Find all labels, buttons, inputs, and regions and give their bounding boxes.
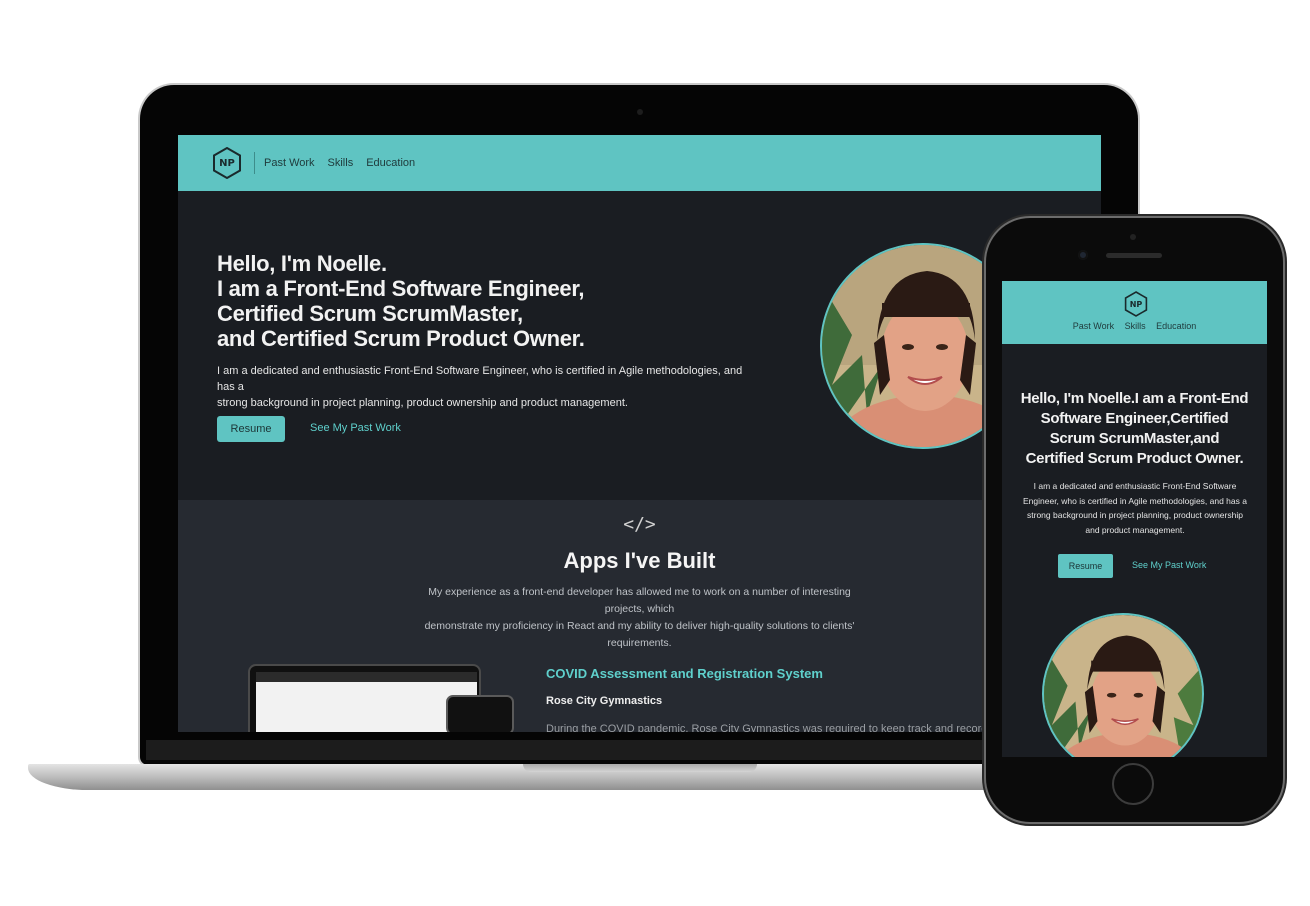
mobile-nav-link-past-work[interactable]: Past Work xyxy=(1073,321,1114,331)
site-navbar: NP Past Work Skills Education xyxy=(178,135,1101,191)
resume-button[interactable]: Resume xyxy=(217,416,285,442)
mobile-see-past-work-link[interactable]: See My Past Work xyxy=(1132,560,1206,570)
hero-title-line: Certified Scrum ScrumMaster, xyxy=(217,301,523,326)
phone-home-button xyxy=(1112,763,1154,805)
hero-title-line: I am a Front-End Software Engineer, xyxy=(217,276,585,301)
mobile-nav-link-education[interactable]: Education xyxy=(1156,321,1196,331)
mobile-hero-description: I am a dedicated and enthusiastic Front-… xyxy=(1020,479,1250,537)
hero-description: I am a dedicated and enthusiastic Front-… xyxy=(217,363,757,411)
logo-monogram: NP xyxy=(219,157,235,169)
laptop-opening-notch xyxy=(523,764,757,772)
project-thumbnail-phone xyxy=(446,695,514,732)
mobile-site: NP Past Work Skills Education Hello, I'm… xyxy=(1002,281,1267,757)
hero-title-line: and Certified Scrum Product Owner. xyxy=(217,326,585,351)
laptop-camera xyxy=(637,109,643,115)
mobile-logo-monogram: NP xyxy=(1129,299,1143,309)
mobile-hero-title-line: Software Engineer,Certified xyxy=(1040,410,1229,427)
nav-link-education[interactable]: Education xyxy=(366,157,415,169)
mobile-hero-description-line: I am a dedicated and enthusiastic Front-… xyxy=(1033,481,1237,491)
nav-divider xyxy=(254,152,255,174)
project-title[interactable]: COVID Assessment and Registration System xyxy=(546,666,823,681)
mobile-hero-description-line: strong background in project planning, p… xyxy=(1027,510,1243,520)
phone-speaker xyxy=(1106,253,1162,258)
code-icon: </> xyxy=(623,514,656,535)
mobile-np-logo[interactable]: NP xyxy=(1124,291,1148,317)
apps-title: Apps I've Built xyxy=(563,548,716,573)
mobile-nav-link-skills[interactable]: Skills xyxy=(1125,321,1146,331)
hero-description-line: I am a dedicated and enthusiastic Front-… xyxy=(217,365,743,393)
mobile-hero-title-line: Hello, I'm Noelle.I am a Front-End xyxy=(1020,390,1249,407)
apps-section: </> Apps I've Built My experience as a f… xyxy=(178,500,1101,732)
mobile-nav-links: Past Work Skills Education xyxy=(1002,321,1267,331)
nav-link-skills[interactable]: Skills xyxy=(328,157,354,169)
mobile-hero-title-line: Scrum ScrumMaster,and xyxy=(1049,430,1220,447)
apps-description-line: demonstrate my proficiency in React and … xyxy=(424,620,855,649)
laptop-bezel xyxy=(146,740,1132,760)
phone-sensor xyxy=(1130,234,1136,240)
project-thumbnail-screen xyxy=(256,672,477,732)
desktop-site: NP Past Work Skills Education Hello, I'm… xyxy=(178,135,1101,732)
device-mockup: NP Past Work Skills Education Hello, I'm… xyxy=(0,0,1310,906)
np-logo[interactable]: NP xyxy=(212,147,242,179)
project-client: Rose City Gymnastics xyxy=(546,695,663,707)
mobile-resume-button[interactable]: Resume xyxy=(1058,554,1113,578)
mobile-hero-title: Hello, I'm Noelle.I am a Front-End Softw… xyxy=(1012,389,1257,469)
see-past-work-link[interactable]: See My Past Work xyxy=(310,422,401,434)
mobile-hero-description-line: Engineer, who is certified in Agile meth… xyxy=(1023,495,1247,506)
hero-title: Hello, I'm Noelle. I am a Front-End Soft… xyxy=(217,251,817,351)
mobile-navbar: NP Past Work Skills Education xyxy=(1002,281,1267,344)
hero-title-line: Hello, I'm Noelle. xyxy=(217,251,387,276)
project-thumbnail-bar xyxy=(256,672,477,682)
hero-description-line: strong background in project planning, p… xyxy=(217,397,628,409)
phone-camera xyxy=(1078,250,1088,260)
apps-description: My experience as a front-end developer h… xyxy=(408,584,871,652)
nav-link-past-work[interactable]: Past Work xyxy=(264,157,315,169)
mobile-hero-description-line: and product management. xyxy=(1085,524,1185,535)
hero-section: Hello, I'm Noelle. I am a Front-End Soft… xyxy=(178,191,1101,500)
apps-description-line: My experience as a front-end developer h… xyxy=(428,586,851,615)
mobile-profile-photo xyxy=(1042,613,1204,757)
mobile-hero-title-line: Certified Scrum Product Owner. xyxy=(1025,450,1244,467)
